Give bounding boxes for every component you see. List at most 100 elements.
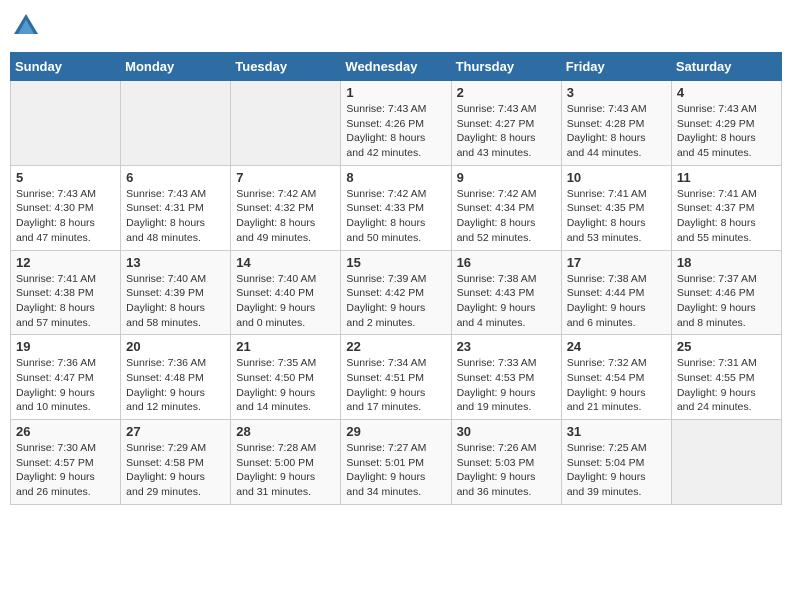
day-info: Sunrise: 7:41 AM Sunset: 4:37 PM Dayligh… [677,187,776,246]
day-info: Sunrise: 7:36 AM Sunset: 4:47 PM Dayligh… [16,356,115,415]
day-info: Sunrise: 7:33 AM Sunset: 4:53 PM Dayligh… [457,356,556,415]
calendar-cell: 4 Sunrise: 7:43 AM Sunset: 4:29 PM Daylig… [671,81,781,166]
day-number: 17 [567,255,666,270]
day-info: Sunrise: 7:40 AM Sunset: 4:40 PM Dayligh… [236,272,335,331]
day-number: 11 [677,170,776,185]
page-header [10,10,782,42]
day-info: Sunrise: 7:37 AM Sunset: 4:46 PM Dayligh… [677,272,776,331]
calendar-cell: 9 Sunrise: 7:42 AM Sunset: 4:34 PM Daylig… [451,165,561,250]
day-number: 21 [236,339,335,354]
day-number: 29 [346,424,445,439]
weekday-header-thursday: Thursday [451,53,561,81]
day-number: 27 [126,424,225,439]
day-info: Sunrise: 7:43 AM Sunset: 4:29 PM Dayligh… [677,102,776,161]
calendar-cell: 7Sunrise: 7:42 AM Sunset: 4:32 PM Daylig… [231,165,341,250]
calendar-cell: 13 Sunrise: 7:40 AM Sunset: 4:39 PM Dayli… [121,250,231,335]
calendar-cell: 24 Sunrise: 7:32 AM Sunset: 4:54 PM Dayli… [561,335,671,420]
day-number: 6 [126,170,225,185]
calendar-cell [671,420,781,505]
calendar-cell: 25 Sunrise: 7:31 AM Sunset: 4:55 PM Dayli… [671,335,781,420]
calendar-cell: 22Sunrise: 7:34 AM Sunset: 4:51 PM Dayli… [341,335,451,420]
calendar-cell: 16 Sunrise: 7:38 AM Sunset: 4:43 PM Dayli… [451,250,561,335]
calendar-table: SundayMondayTuesdayWednesdayThursdayFrid… [10,52,782,505]
calendar-cell: 21Sunrise: 7:35 AM Sunset: 4:50 PM Dayli… [231,335,341,420]
weekday-header-monday: Monday [121,53,231,81]
day-info: Sunrise: 7:25 AM Sunset: 5:04 PM Dayligh… [567,441,666,500]
calendar-cell [231,81,341,166]
calendar-cell: 31 Sunrise: 7:25 AM Sunset: 5:04 PM Dayli… [561,420,671,505]
calendar-cell: 23 Sunrise: 7:33 AM Sunset: 4:53 PM Dayli… [451,335,561,420]
calendar-cell: 1 Sunrise: 7:43 AM Sunset: 4:26 PM Daylig… [341,81,451,166]
day-number: 4 [677,85,776,100]
day-info: Sunrise: 7:42 AM Sunset: 4:33 PM Dayligh… [346,187,445,246]
day-number: 7 [236,170,335,185]
day-info: Sunrise: 7:43 AM Sunset: 4:28 PM Dayligh… [567,102,666,161]
day-info: Sunrise: 7:38 AM Sunset: 4:43 PM Dayligh… [457,272,556,331]
day-number: 25 [677,339,776,354]
day-info: Sunrise: 7:36 AM Sunset: 4:48 PM Dayligh… [126,356,225,415]
day-number: 13 [126,255,225,270]
calendar-week-row: 26 Sunrise: 7:30 AM Sunset: 4:57 PM Dayli… [11,420,782,505]
calendar-cell [11,81,121,166]
day-number: 12 [16,255,115,270]
day-info: Sunrise: 7:29 AM Sunset: 4:58 PM Dayligh… [126,441,225,500]
day-number: 15 [346,255,445,270]
calendar-cell: 14Sunrise: 7:40 AM Sunset: 4:40 PM Dayli… [231,250,341,335]
day-info: Sunrise: 7:28 AM Sunset: 5:00 PM Dayligh… [236,441,335,500]
calendar-cell: 30Sunrise: 7:26 AM Sunset: 5:03 PM Dayli… [451,420,561,505]
day-info: Sunrise: 7:43 AM Sunset: 4:30 PM Dayligh… [16,187,115,246]
day-info: Sunrise: 7:41 AM Sunset: 4:35 PM Dayligh… [567,187,666,246]
day-number: 3 [567,85,666,100]
day-number: 8 [346,170,445,185]
calendar-cell: 11 Sunrise: 7:41 AM Sunset: 4:37 PM Dayli… [671,165,781,250]
day-info: Sunrise: 7:42 AM Sunset: 4:34 PM Dayligh… [457,187,556,246]
day-info: Sunrise: 7:39 AM Sunset: 4:42 PM Dayligh… [346,272,445,331]
day-info: Sunrise: 7:41 AM Sunset: 4:38 PM Dayligh… [16,272,115,331]
calendar-cell: 6 Sunrise: 7:43 AM Sunset: 4:31 PM Daylig… [121,165,231,250]
calendar-cell: 2Sunrise: 7:43 AM Sunset: 4:27 PM Daylig… [451,81,561,166]
day-info: Sunrise: 7:30 AM Sunset: 4:57 PM Dayligh… [16,441,115,500]
day-number: 26 [16,424,115,439]
calendar-cell: 17 Sunrise: 7:38 AM Sunset: 4:44 PM Dayli… [561,250,671,335]
day-info: Sunrise: 7:43 AM Sunset: 4:31 PM Dayligh… [126,187,225,246]
calendar-cell: 8 Sunrise: 7:42 AM Sunset: 4:33 PM Daylig… [341,165,451,250]
day-info: Sunrise: 7:34 AM Sunset: 4:51 PM Dayligh… [346,356,445,415]
day-number: 24 [567,339,666,354]
logo-icon [10,10,42,42]
calendar-cell: 12 Sunrise: 7:41 AM Sunset: 4:38 PM Dayli… [11,250,121,335]
calendar-cell: 5Sunrise: 7:43 AM Sunset: 4:30 PM Daylig… [11,165,121,250]
calendar-cell: 26 Sunrise: 7:30 AM Sunset: 4:57 PM Dayli… [11,420,121,505]
calendar-week-row: 5Sunrise: 7:43 AM Sunset: 4:30 PM Daylig… [11,165,782,250]
weekday-header-friday: Friday [561,53,671,81]
weekday-header-row: SundayMondayTuesdayWednesdayThursdayFrid… [11,53,782,81]
day-number: 28 [236,424,335,439]
calendar-week-row: 1 Sunrise: 7:43 AM Sunset: 4:26 PM Daylig… [11,81,782,166]
day-info: Sunrise: 7:32 AM Sunset: 4:54 PM Dayligh… [567,356,666,415]
day-number: 1 [346,85,445,100]
weekday-header-saturday: Saturday [671,53,781,81]
calendar-cell: 29 Sunrise: 7:27 AM Sunset: 5:01 PM Dayli… [341,420,451,505]
day-info: Sunrise: 7:43 AM Sunset: 4:26 PM Dayligh… [346,102,445,161]
calendar-cell: 28 Sunrise: 7:28 AM Sunset: 5:00 PM Dayli… [231,420,341,505]
day-number: 30 [457,424,556,439]
day-number: 19 [16,339,115,354]
weekday-header-tuesday: Tuesday [231,53,341,81]
day-number: 31 [567,424,666,439]
day-number: 23 [457,339,556,354]
day-info: Sunrise: 7:27 AM Sunset: 5:01 PM Dayligh… [346,441,445,500]
day-number: 20 [126,339,225,354]
calendar-cell: 18 Sunrise: 7:37 AM Sunset: 4:46 PM Dayli… [671,250,781,335]
day-number: 16 [457,255,556,270]
day-info: Sunrise: 7:31 AM Sunset: 4:55 PM Dayligh… [677,356,776,415]
day-number: 9 [457,170,556,185]
calendar-cell [121,81,231,166]
calendar-week-row: 12 Sunrise: 7:41 AM Sunset: 4:38 PM Dayli… [11,250,782,335]
day-number: 18 [677,255,776,270]
calendar-cell: 19 Sunrise: 7:36 AM Sunset: 4:47 PM Dayli… [11,335,121,420]
calendar-cell: 27 Sunrise: 7:29 AM Sunset: 4:58 PM Dayli… [121,420,231,505]
day-number: 10 [567,170,666,185]
logo [10,10,48,42]
day-info: Sunrise: 7:38 AM Sunset: 4:44 PM Dayligh… [567,272,666,331]
day-info: Sunrise: 7:40 AM Sunset: 4:39 PM Dayligh… [126,272,225,331]
calendar-cell: 15 Sunrise: 7:39 AM Sunset: 4:42 PM Dayli… [341,250,451,335]
